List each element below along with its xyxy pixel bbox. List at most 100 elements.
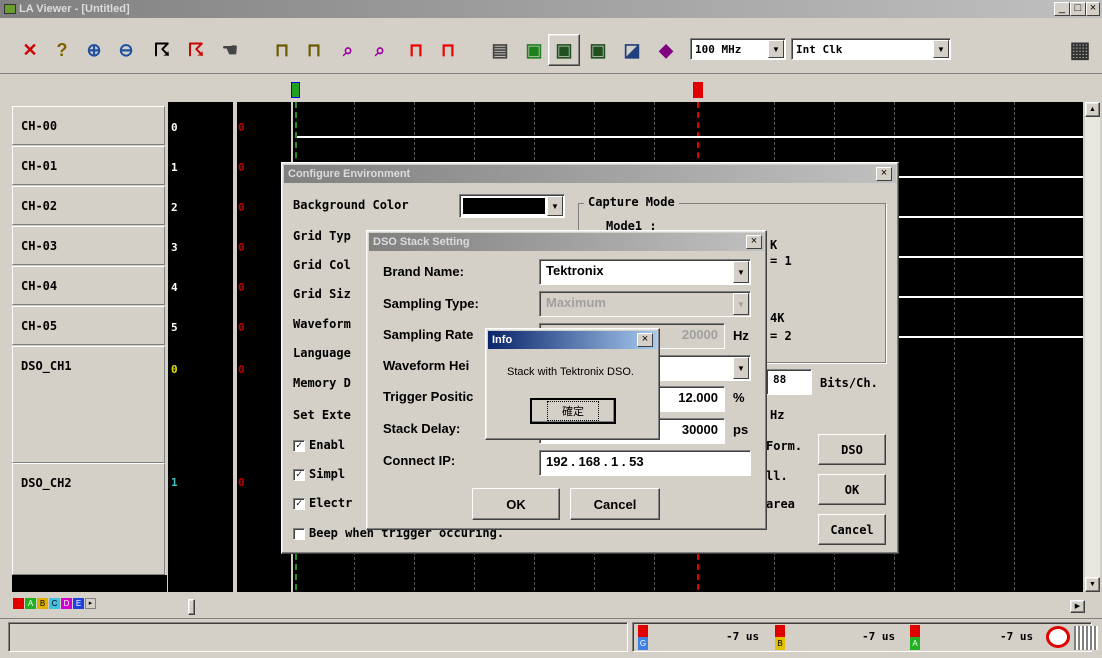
horizontal-slider-track[interactable] xyxy=(130,600,1080,614)
zoom-out-icon[interactable]: ⊖ xyxy=(110,34,142,66)
channel-value: 0 xyxy=(238,363,245,376)
simple-checkbox[interactable]: ✓ Simpl xyxy=(293,467,345,481)
vertical-scrollbar[interactable] xyxy=(1085,102,1100,592)
value-icon[interactable]: ⊓ xyxy=(298,34,330,66)
channel-label[interactable]: CH-03 xyxy=(12,226,165,265)
bits-per-channel-input[interactable]: 88 xyxy=(766,369,812,395)
info-close-button[interactable]: × xyxy=(637,333,653,347)
configure-ok-button[interactable]: OK xyxy=(818,474,886,505)
grid-size-label: Grid Siz xyxy=(293,287,351,301)
run-stop-icon[interactable]: ☈ xyxy=(180,34,212,66)
info-title: Info xyxy=(492,334,513,346)
channel-number: 2 xyxy=(171,201,178,214)
configure-titlebar: Configure Environment xyxy=(284,165,896,183)
run-icon[interactable]: ☈ xyxy=(146,34,178,66)
dso-ok-button[interactable]: OK xyxy=(472,488,560,520)
pulse-icon[interactable]: ⊓ xyxy=(400,34,432,66)
stack-delay-label: Stack Delay: xyxy=(383,421,461,436)
app-title: LA Viewer - [Untitled] xyxy=(19,3,130,15)
configure-cancel-button[interactable]: Cancel xyxy=(818,514,886,545)
channel-label[interactable]: CH-04 xyxy=(12,266,165,305)
monitor-icon[interactable]: ▣ xyxy=(548,34,580,66)
brand-name-value: Tektronix xyxy=(546,263,604,278)
connect-ip-input[interactable]: 192 . 168 . 1 . 53 xyxy=(539,450,751,476)
channel-label[interactable]: CH-01 xyxy=(12,146,165,185)
marker-g-label: G xyxy=(638,637,648,650)
color-marks[interactable]: A B C D E ▸ xyxy=(13,598,96,609)
dso-cancel-button[interactable]: Cancel xyxy=(570,488,660,520)
mode-fragment: 4K xyxy=(770,311,785,325)
trigger-icon[interactable]: ⊓ xyxy=(266,34,298,66)
pattern-icon[interactable]: ⊓ xyxy=(432,34,464,66)
chevron-down-icon: ▼ xyxy=(768,40,784,58)
scroll-down-arrow[interactable]: ▼ xyxy=(1085,577,1100,592)
chevron-down-icon: ▼ xyxy=(733,261,749,283)
cursor-marker-green[interactable] xyxy=(291,82,300,98)
info-ok-button[interactable]: 確定 xyxy=(530,398,616,424)
help-icon[interactable]: ? xyxy=(46,34,78,66)
minimize-button[interactable]: _ xyxy=(1054,2,1070,16)
channel-label[interactable]: DSO_CH2 xyxy=(12,463,165,575)
chip-icon[interactable]: ▦ xyxy=(1064,34,1096,66)
chevron-down-icon: ▼ xyxy=(733,357,749,379)
resize-grip xyxy=(1074,626,1098,650)
grid-color-label: Grid Col xyxy=(293,258,351,272)
color-mark-more[interactable]: ▸ xyxy=(85,598,96,609)
stack-delay-unit: ps xyxy=(733,422,749,437)
mode-fragment: K xyxy=(770,238,778,252)
marker-ruler xyxy=(0,75,1085,102)
bg-color-select[interactable]: ▼ xyxy=(459,194,565,218)
brand-name-select[interactable]: Tektronix ▼ xyxy=(539,259,751,285)
channel-label[interactable]: DSO_CH1 xyxy=(12,346,165,463)
slider-thumb[interactable] xyxy=(188,599,195,615)
bg-color-label: Background Color xyxy=(293,198,409,212)
scroll-right-arrow[interactable]: ▶ xyxy=(1070,600,1085,613)
channel-number: 1 xyxy=(171,476,178,489)
dso-titlebar: DSO Stack Setting xyxy=(369,233,764,251)
grid-type-label: Grid Typ xyxy=(293,229,351,243)
close-window-button[interactable]: × xyxy=(1086,2,1100,16)
wrench-icon[interactable]: ✕ xyxy=(14,34,46,66)
mode-fragment: = 1 xyxy=(770,254,792,268)
form-fragment: Form. xyxy=(766,439,803,453)
channel-label[interactable]: CH-02 xyxy=(12,186,165,225)
simple-checkbox-label: Simpl xyxy=(309,467,346,481)
hz-fragment: Hz xyxy=(770,408,785,422)
zoom-in-icon[interactable]: ⊕ xyxy=(78,34,110,66)
window-icon[interactable]: ◪ xyxy=(616,34,648,66)
search-wave2-icon[interactable]: ⌕ xyxy=(364,34,396,66)
brand-name-label: Brand Name: xyxy=(383,264,464,279)
channel-value: 0 xyxy=(238,161,245,174)
frequency-value: 100 MHz xyxy=(695,43,742,56)
ll-fragment: ll. xyxy=(766,469,788,483)
hand-icon[interactable]: ☚ xyxy=(214,34,246,66)
info-message: Stack with Tektronix DSO. xyxy=(507,366,634,378)
dso-button[interactable]: DSO xyxy=(818,434,886,465)
dso-close-button[interactable]: × xyxy=(746,235,762,249)
bits-label: Bits/Ch. xyxy=(820,376,878,390)
maximize-button[interactable]: □ xyxy=(1070,2,1086,16)
channel-panel-footer xyxy=(12,575,167,592)
frequency-select[interactable]: 100 MHz ▼ xyxy=(690,38,786,60)
module-icon[interactable]: ▣ xyxy=(518,34,550,66)
color-mark-c: C xyxy=(49,598,60,609)
monitor2-icon[interactable]: ▣ xyxy=(582,34,614,66)
clock-select[interactable]: Int Clk ▼ xyxy=(791,38,951,60)
printer-icon[interactable]: ▤ xyxy=(484,34,516,66)
memory-label: Memory D xyxy=(293,376,351,390)
electric-checkbox[interactable]: ✓ Electr xyxy=(293,496,352,510)
cursor-marker-red[interactable] xyxy=(693,82,703,98)
status-panel xyxy=(8,622,628,652)
sampling-type-value: Maximum xyxy=(546,295,606,310)
book-icon[interactable]: ◆ xyxy=(650,34,682,66)
configure-close-button[interactable]: × xyxy=(876,167,892,181)
channel-label[interactable]: CH-00 xyxy=(12,106,165,145)
enable-checkbox[interactable]: ✓ Enabl xyxy=(293,438,345,452)
scroll-up-arrow[interactable]: ▲ xyxy=(1085,102,1100,117)
sampling-rate-unit: Hz xyxy=(733,328,749,343)
language-label: Language xyxy=(293,346,351,360)
info-ok-label: 確定 xyxy=(547,401,599,421)
channel-label[interactable]: CH-05 xyxy=(12,306,165,345)
clock-icon[interactable] xyxy=(1046,626,1070,648)
search-wave-icon[interactable]: ⌕ xyxy=(332,34,364,66)
